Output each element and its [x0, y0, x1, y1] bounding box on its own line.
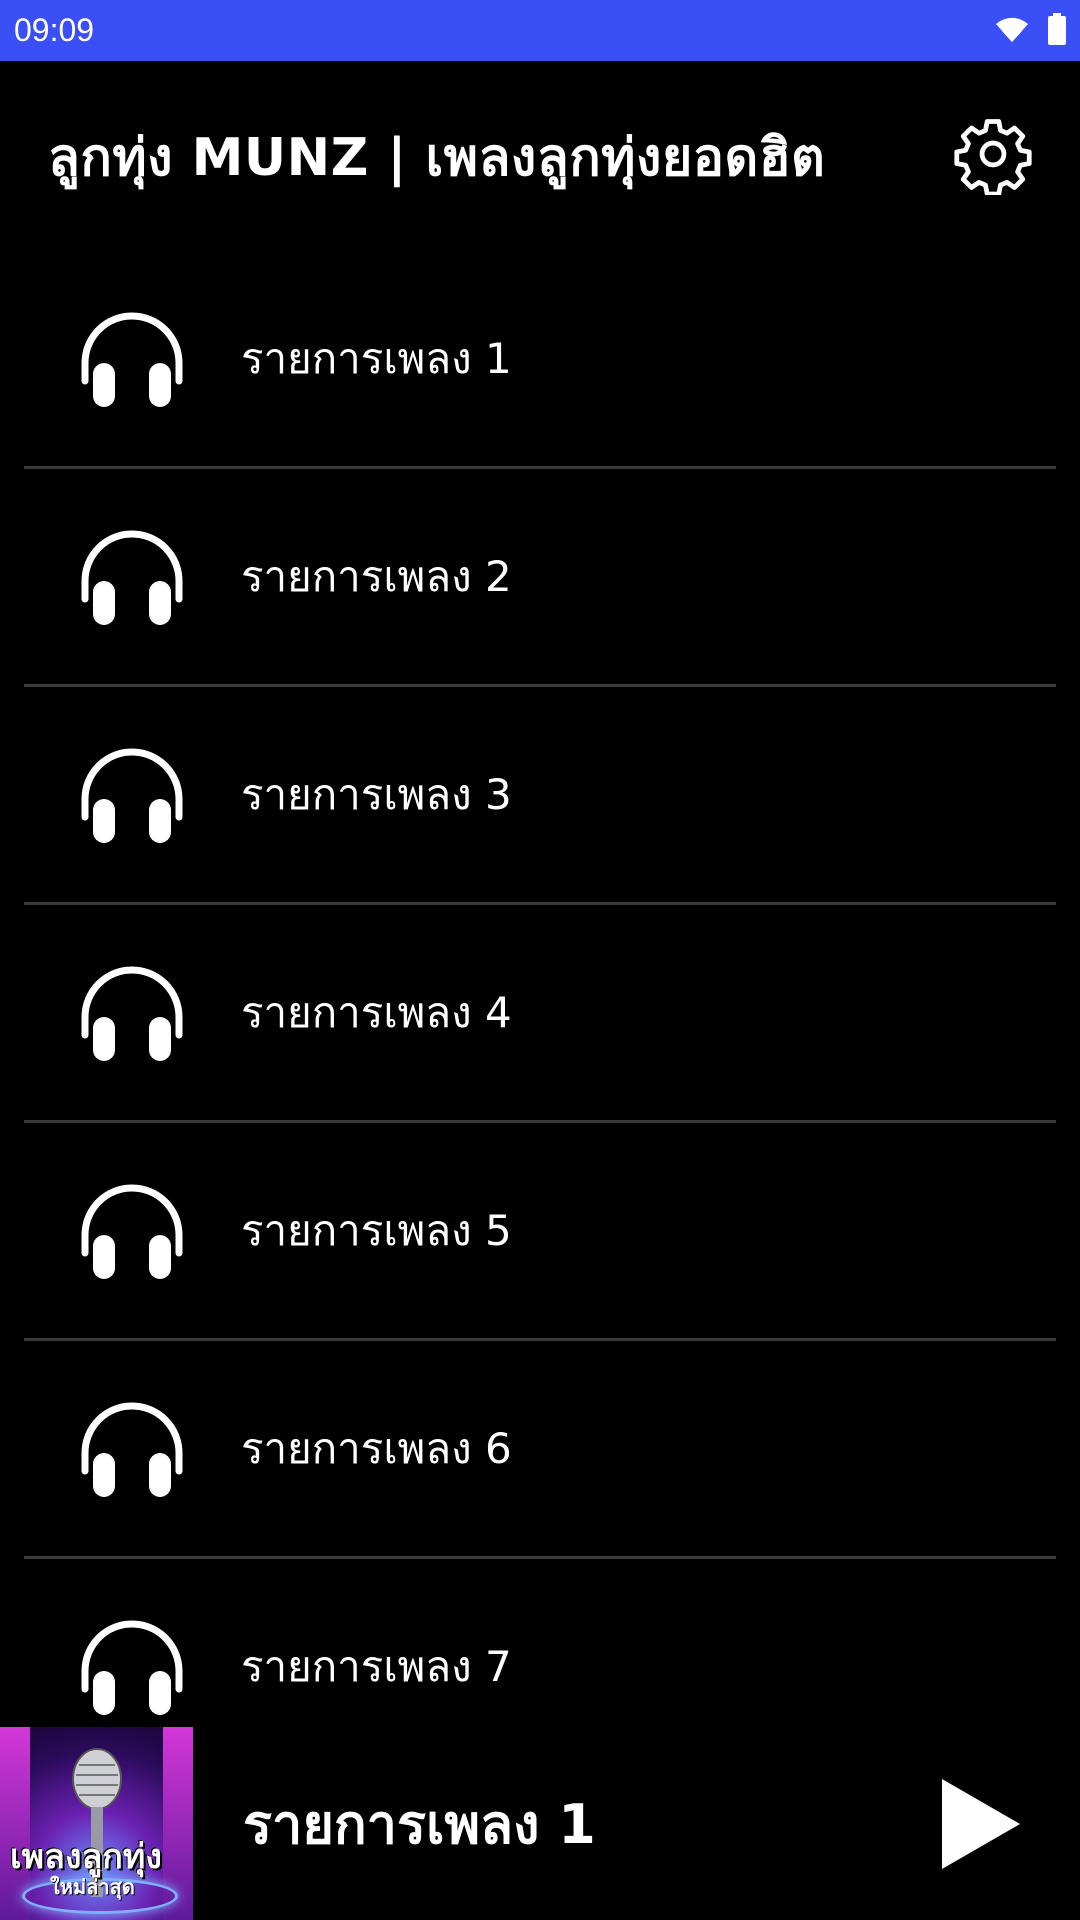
now-playing-title: รายการเพลง 1: [243, 1792, 596, 1856]
list-item[interactable]: รายการเพลง 1: [24, 251, 1056, 469]
playlist-list: รายการเพลง 1 รายการเพลง 2 รายการเพลง 3 ร…: [0, 251, 1080, 1727]
list-item-label: รายการเพลง 1: [241, 333, 512, 383]
list-item-label: รายการเพลง 5: [241, 1205, 512, 1255]
gear-icon: [952, 113, 1034, 199]
list-item-label: รายการเพลง 2: [241, 551, 512, 601]
list-item-label: รายการเพลง 6: [241, 1423, 512, 1473]
play-icon: [942, 1778, 1020, 1869]
status-icons: [994, 12, 1066, 49]
play-button[interactable]: [938, 1777, 1022, 1871]
list-item[interactable]: รายการเพลง 7: [24, 1559, 1056, 1727]
list-item-label: รายการเพลง 4: [241, 987, 512, 1037]
headphones-icon: [81, 1184, 183, 1279]
album-artwork: เพลงลูกทุ่ง ใหม่ล่าสุด: [0, 1727, 193, 1920]
page-title: ลูกทุ่ง MUNZ | เพลงลูกทุ่งยอดฮิต: [48, 127, 826, 188]
list-item[interactable]: รายการเพลง 3: [24, 687, 1056, 905]
headphones-icon: [81, 1620, 183, 1715]
headphones-icon: [81, 966, 183, 1061]
headphones-icon: [81, 530, 183, 625]
headphones-icon: [81, 748, 183, 843]
settings-button[interactable]: [950, 113, 1036, 199]
list-item[interactable]: รายการเพลง 5: [24, 1123, 1056, 1341]
status-time: 09:09: [14, 12, 95, 48]
list-item[interactable]: รายการเพลง 4: [24, 905, 1056, 1123]
headphones-icon: [81, 1402, 183, 1497]
list-item-label: รายการเพลง 7: [241, 1641, 512, 1691]
status-bar: 09:09: [0, 0, 1080, 61]
mini-player[interactable]: เพลงลูกทุ่ง ใหม่ล่าสุด รายการเพลง 1: [0, 1727, 1080, 1920]
app-bar: ลูกทุ่ง MUNZ | เพลงลูกทุ่งยอดฮิต: [0, 61, 1080, 251]
list-item[interactable]: รายการเพลง 2: [24, 469, 1056, 687]
list-item-label: รายการเพลง 3: [241, 769, 512, 819]
wifi-icon: [994, 15, 1030, 47]
list-item[interactable]: รายการเพลง 6: [24, 1341, 1056, 1559]
battery-icon: [1048, 12, 1066, 49]
headphones-icon: [81, 312, 183, 407]
artwork-subtitle: ใหม่ล่าสุด: [50, 1875, 135, 1899]
